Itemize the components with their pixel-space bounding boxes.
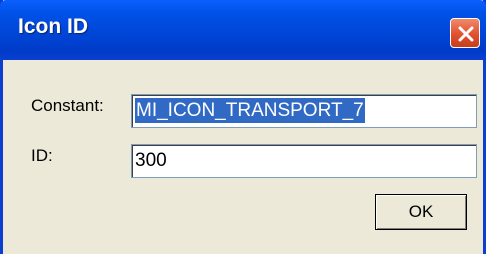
id-field[interactable]: 300 [131,144,477,178]
title-bar[interactable]: Icon ID [0,0,486,60]
icon-id-dialog: Icon ID Constant: MI_ICON_TRANSPORT_7 ID… [0,0,486,254]
constant-field[interactable]: MI_ICON_TRANSPORT_7 [131,94,477,128]
close-button[interactable] [450,18,480,48]
window-title: Icon ID [18,15,89,38]
constant-value: MI_ICON_TRANSPORT_7 [135,98,365,123]
id-label: ID: [31,146,53,165]
constant-label: Constant: [31,96,104,115]
id-value: 300 [135,150,167,171]
close-icon [458,26,474,42]
ok-button[interactable]: OK [375,194,467,230]
